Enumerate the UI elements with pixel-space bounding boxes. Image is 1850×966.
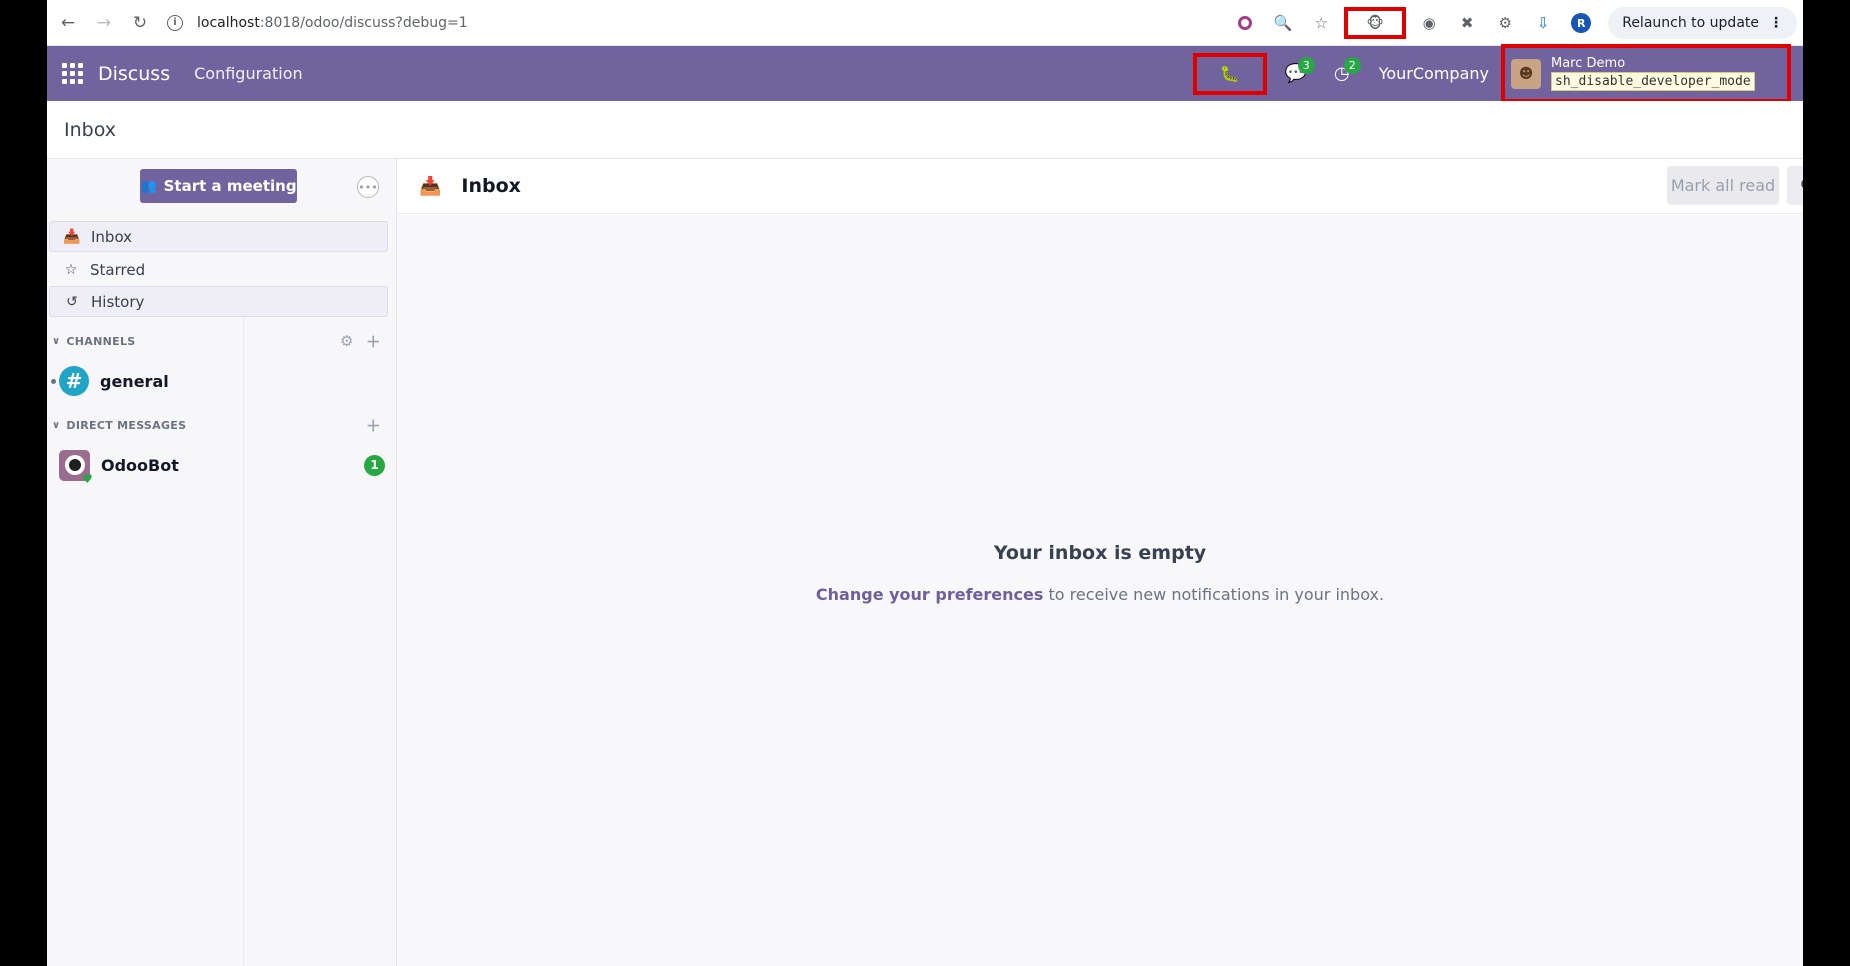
app-name[interactable]: Discuss (98, 63, 170, 85)
thread-header: 📥 Inbox Mark all read ⚲ (397, 159, 1803, 214)
url-host: localhost (197, 14, 260, 31)
relaunch-button[interactable]: Relaunch to update ⋮ (1608, 7, 1797, 39)
sidebar-item-label: Starred (90, 260, 146, 279)
browser-toolbar: ← → ↻ i localhost:8018/odoo/discuss?debu… (47, 0, 1803, 46)
forward-icon[interactable]: → (89, 8, 119, 38)
reload-icon[interactable]: ↻ (125, 8, 155, 38)
back-icon[interactable]: ← (53, 8, 83, 38)
inbox-icon: 📥 (63, 228, 81, 245)
channels-category[interactable]: ∨ CHANNELS ⚙ ＋ (49, 330, 389, 352)
messages-icon[interactable]: 💬 3 (1279, 56, 1315, 91)
start-meeting-button[interactable]: 👥 Start a meeting (140, 169, 297, 203)
color-picker-extension-icon[interactable]: ◉ (1418, 12, 1440, 34)
site-info-icon[interactable]: i (167, 14, 183, 31)
url-path: :8018/odoo/discuss?debug=1 (259, 14, 468, 31)
relaunch-label: Relaunch to update (1622, 15, 1759, 31)
sidebar-item-label: History (91, 292, 145, 311)
download-icon[interactable]: ⇩ (1532, 12, 1554, 34)
inbox-icon: 📥 (419, 175, 442, 197)
start-meeting-label: Start a meeting (163, 177, 297, 195)
chevron-down-icon[interactable]: ∨ (52, 420, 60, 431)
messages-badge: 3 (1297, 56, 1315, 74)
history-icon: ↺ (66, 293, 78, 310)
navbar-systray: 🐛 💬 3 ◷ 2 YourCompany ☻ Marc Demo sh_dis… (1192, 44, 1803, 103)
sidebar-item-inbox[interactable]: 📥 Inbox (49, 221, 388, 252)
mark-all-read-button[interactable]: Mark all read (1667, 166, 1779, 205)
app-frame: ← → ↻ i localhost:8018/odoo/discuss?debu… (47, 0, 1803, 966)
control-panel: Inbox (47, 101, 1803, 159)
users-icon: 👥 (140, 178, 157, 194)
channels-header: CHANNELS (66, 334, 136, 348)
menu-configuration[interactable]: Configuration (194, 64, 303, 83)
channel-settings-gear-icon[interactable]: ⚙ (340, 332, 354, 350)
sidebar-divider (243, 309, 244, 966)
chevron-down-icon[interactable]: ∨ (52, 336, 60, 347)
main-navbar: Discuss Configuration 🐛 💬 3 ◷ 2 YourComp… (47, 44, 1803, 103)
odoobot-avatar: ♥ (59, 449, 93, 485)
breadcrumb: Inbox (64, 118, 116, 141)
extensions-puzzle-icon[interactable]: ⚙ (1494, 12, 1516, 34)
dm-name: OdooBot (101, 455, 179, 475)
add-channel-plus-icon[interactable]: ＋ (366, 331, 381, 352)
thread-title: Inbox (461, 175, 521, 197)
sidebar-item-label: Inbox (91, 227, 133, 246)
channel-item-general[interactable]: # general (49, 361, 389, 401)
search-icon[interactable]: ⚲ (1787, 166, 1803, 205)
activities-badge: 2 (1343, 56, 1361, 74)
company-switcher[interactable]: YourCompany (1379, 64, 1489, 83)
dm-item-odoobot[interactable]: ♥ OdooBot 1 (49, 445, 389, 485)
more-options-icon[interactable]: ••• (357, 176, 379, 198)
dm-header: DIRECT MESSAGES (66, 418, 187, 432)
user-avatar: ☻ (1511, 58, 1541, 89)
sidebar-item-starred[interactable]: ☆ Starred (49, 254, 388, 285)
empty-state-title: Your inbox is empty (993, 542, 1207, 564)
extension-x-icon[interactable]: ✖ (1456, 12, 1478, 34)
thread-view: 📥 Inbox Mark all read ⚲ Your inbox is em… (397, 159, 1803, 966)
apps-grid-icon[interactable] (62, 62, 84, 85)
empty-state-message: Change your preferences to receive new n… (397, 585, 1803, 604)
extension-circle-icon[interactable] (1234, 12, 1256, 34)
user-name: Marc Demo (1551, 56, 1626, 71)
change-preferences-link[interactable]: Change your preferences (816, 585, 1043, 604)
sidebar-item-history[interactable]: ↺ History (49, 286, 388, 317)
channel-name: general (100, 371, 169, 391)
discuss-sidebar: 👥 Start a meeting ••• 📥 Inbox ☆ Starred … (47, 159, 397, 966)
bookmark-star-icon[interactable]: ☆ (1310, 12, 1332, 34)
add-dm-plus-icon[interactable]: ＋ (366, 415, 381, 436)
kebab-menu-icon: ⋮ (1769, 15, 1783, 31)
empty-state-rest: to receive new notifications in your inb… (1043, 585, 1385, 604)
debug-bug-icon[interactable]: 🐛 (1192, 52, 1267, 95)
profile-avatar[interactable]: R (1570, 12, 1592, 34)
database-name: sh_disable_developer_mode (1551, 72, 1755, 91)
unread-counter-badge: 1 (364, 454, 385, 476)
address-bar[interactable]: i localhost:8018/odoo/discuss?debug=1 (167, 14, 468, 31)
browser-extensions: 🔍 ☆ 🐵 ◉ ✖ ⚙ ⇩ R Relaunch to update ⋮ (1226, 0, 1803, 46)
online-heart-icon: ♥ (82, 471, 93, 486)
star-icon: ☆ (64, 261, 78, 278)
unread-dot (51, 378, 56, 384)
zoom-icon[interactable]: 🔍 (1272, 12, 1294, 34)
hashtag-icon: # (59, 366, 89, 396)
odoo-debug-extension-icon[interactable]: 🐵 (1344, 7, 1407, 39)
user-menu[interactable]: ☻ Marc Demo sh_disable_developer_mode (1501, 44, 1791, 103)
direct-messages-category[interactable]: ∨ DIRECT MESSAGES ＋ (49, 414, 389, 436)
activities-clock-icon[interactable]: ◷ 2 (1325, 56, 1361, 91)
